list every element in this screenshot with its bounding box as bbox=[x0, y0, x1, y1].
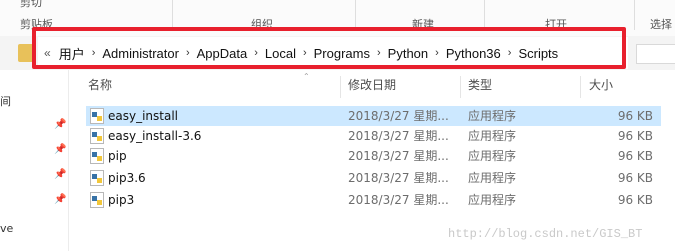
address-bar[interactable]: « 用户 › Administrator › AppData › Local ›… bbox=[38, 37, 628, 69]
ribbon: 剪切 剪贴板 组织 新建 打开 选择 bbox=[0, 0, 675, 37]
folder-icon bbox=[18, 44, 36, 62]
ribbon-clipboard-group: 剪贴板 bbox=[20, 18, 53, 31]
python-file-icon bbox=[90, 192, 104, 208]
breadcrumb-programs[interactable]: Programs bbox=[310, 46, 374, 61]
breadcrumb-local[interactable]: Local bbox=[261, 46, 300, 61]
breadcrumb-appdata[interactable]: AppData bbox=[193, 46, 252, 61]
nav-label[interactable]: 间 bbox=[0, 93, 11, 109]
python-file-icon bbox=[90, 148, 104, 164]
ribbon-organize-group: 组织 bbox=[251, 18, 273, 31]
chevron-right-icon[interactable]: › bbox=[89, 47, 99, 59]
file-name: pip3 bbox=[108, 193, 135, 207]
ribbon-divider bbox=[172, 0, 173, 30]
file-date: 2018/3/27 星期... bbox=[348, 193, 449, 207]
nav-label[interactable]: ve bbox=[0, 222, 13, 235]
chevron-right-icon[interactable]: › bbox=[374, 47, 384, 59]
column-header-name[interactable]: 名称 bbox=[88, 70, 112, 100]
file-date: 2018/3/27 星期... bbox=[348, 149, 449, 163]
file-size: 96 KB bbox=[617, 149, 653, 163]
watermark: http://blog.csdn.net/GIS_BT bbox=[448, 227, 643, 241]
chevron-right-icon[interactable]: › bbox=[183, 47, 193, 59]
file-size: 96 KB bbox=[617, 193, 653, 207]
file-row[interactable]: pip 2018/3/27 星期... 应用程序 96 KB bbox=[86, 146, 661, 166]
file-row[interactable]: easy_install 2018/3/27 星期... 应用程序 96 KB bbox=[86, 106, 661, 126]
column-divider[interactable] bbox=[340, 76, 341, 98]
file-name: easy_install-3.6 bbox=[108, 129, 202, 143]
file-date: 2018/3/27 星期... bbox=[348, 129, 449, 143]
file-type: 应用程序 bbox=[468, 129, 517, 143]
file-size: 96 KB bbox=[617, 129, 653, 143]
file-row[interactable]: pip3.6 2018/3/27 星期... 应用程序 96 KB bbox=[86, 168, 661, 188]
column-header-date[interactable]: 修改日期 bbox=[348, 70, 396, 100]
file-name: easy_install bbox=[108, 109, 179, 123]
file-type: 应用程序 bbox=[468, 193, 517, 207]
chevron-right-icon[interactable]: › bbox=[300, 47, 310, 59]
ribbon-divider bbox=[355, 0, 356, 30]
breadcrumb-python[interactable]: Python bbox=[384, 46, 432, 61]
chevron-right-icon[interactable]: › bbox=[432, 47, 442, 59]
ribbon-new-group: 新建 bbox=[412, 18, 434, 31]
search-box-edge[interactable] bbox=[636, 44, 675, 64]
ribbon-divider bbox=[634, 0, 635, 30]
pin-icon[interactable]: 📌 bbox=[54, 119, 66, 131]
file-name: pip bbox=[108, 149, 127, 163]
breadcrumb-administrator[interactable]: Administrator bbox=[98, 46, 183, 61]
pin-icon[interactable]: 📌 bbox=[54, 144, 66, 156]
ribbon-divider bbox=[484, 0, 485, 30]
pin-icon[interactable]: 📌 bbox=[54, 194, 66, 206]
ribbon-select-group: 选择 bbox=[650, 18, 672, 31]
pin-icon[interactable]: 📌 bbox=[54, 169, 66, 181]
python-file-icon bbox=[90, 170, 104, 186]
file-date: 2018/3/27 星期... bbox=[348, 109, 449, 123]
column-header-size[interactable]: 大小 bbox=[589, 70, 613, 100]
file-row[interactable]: easy_install-3.6 2018/3/27 星期... 应用程序 96… bbox=[86, 126, 661, 146]
file-date: 2018/3/27 星期... bbox=[348, 171, 449, 185]
chevron-right-icon[interactable]: › bbox=[505, 47, 515, 59]
sort-indicator-icon: ⌃ bbox=[303, 72, 310, 81]
file-type: 应用程序 bbox=[468, 171, 517, 185]
file-size: 96 KB bbox=[617, 109, 653, 123]
ribbon-cut-fragment[interactable]: 剪切 bbox=[20, 0, 42, 10]
file-name: pip3.6 bbox=[108, 171, 146, 185]
file-row[interactable]: pip3 2018/3/27 星期... 应用程序 96 KB bbox=[86, 190, 661, 210]
file-size: 96 KB bbox=[617, 171, 653, 185]
file-type: 应用程序 bbox=[468, 149, 517, 163]
file-type: 应用程序 bbox=[468, 109, 517, 123]
breadcrumb-scripts[interactable]: Scripts bbox=[514, 46, 562, 61]
ribbon-open-group: 打开 bbox=[545, 18, 567, 31]
column-header-type[interactable]: 类型 bbox=[468, 70, 492, 100]
navigation-pane[interactable]: 间 ve 📌 📌 📌 📌 bbox=[0, 70, 69, 251]
column-divider[interactable] bbox=[460, 76, 461, 98]
column-divider[interactable] bbox=[580, 76, 581, 98]
overflow-chevron-icon[interactable]: « bbox=[38, 46, 55, 60]
chevron-right-icon[interactable]: › bbox=[251, 47, 261, 59]
breadcrumb-python36[interactable]: Python36 bbox=[442, 46, 505, 61]
python-file-icon bbox=[90, 128, 104, 144]
python-file-icon bbox=[90, 108, 104, 124]
breadcrumb-users[interactable]: 用户 bbox=[55, 44, 89, 63]
